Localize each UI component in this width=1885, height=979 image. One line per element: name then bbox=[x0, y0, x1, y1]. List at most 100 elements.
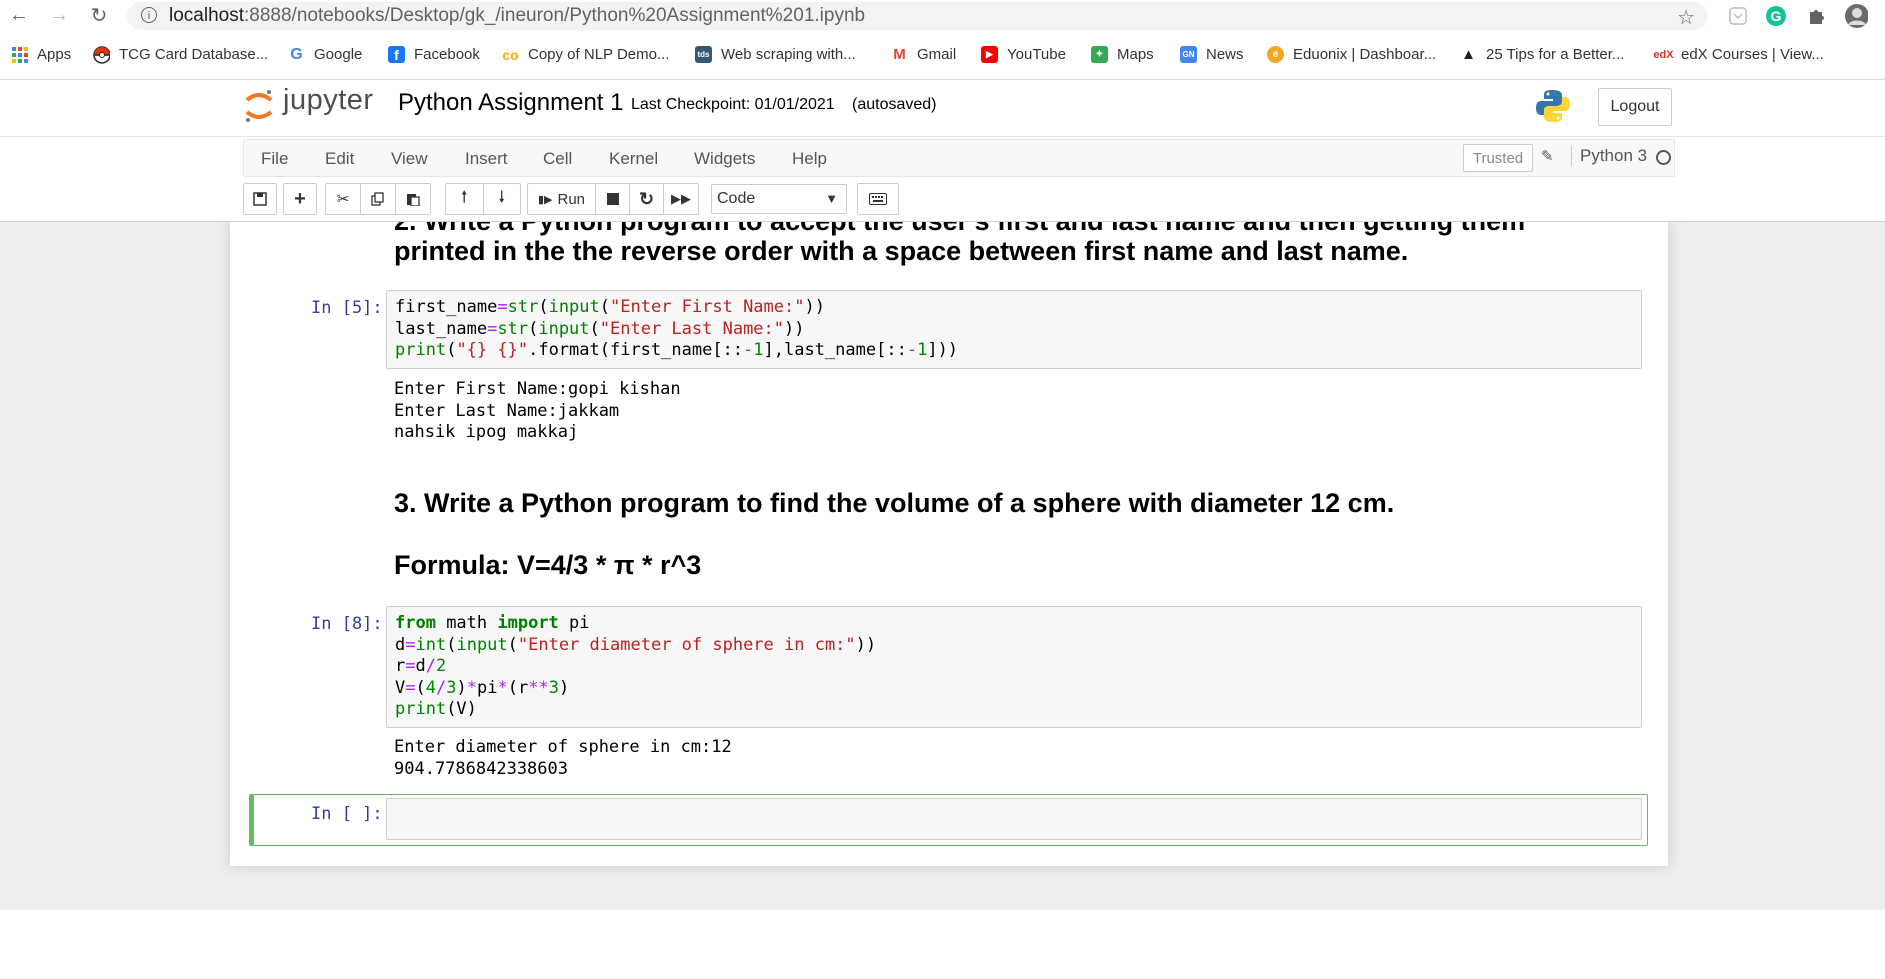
colab-icon: co bbox=[502, 46, 519, 63]
edit-pencil-icon[interactable]: ✎ bbox=[1541, 147, 1554, 165]
bookmark-colab[interactable]: co Copy of NLP Demo... bbox=[502, 46, 669, 63]
back-arrow-icon[interactable]: ← bbox=[6, 2, 32, 28]
empty-code-input[interactable] bbox=[386, 798, 1642, 840]
address-url[interactable]: localhost:8888/notebooks/Desktop/gk_/ine… bbox=[169, 6, 865, 25]
move-down-button[interactable]: 🠓 bbox=[484, 184, 521, 214]
profile-avatar-icon[interactable] bbox=[1844, 4, 1868, 28]
restart-icon: ↻ bbox=[638, 188, 655, 209]
extensions-puzzle-icon[interactable] bbox=[1804, 4, 1828, 28]
run-button[interactable]: ▮▶ Run bbox=[528, 184, 596, 214]
save-icon bbox=[253, 192, 267, 206]
toolbar-group-run: ▮▶ Run ↻ ▶▶ bbox=[527, 183, 699, 215]
bookmark-eduonix[interactable]: e Eduonix | Dashboar... bbox=[1267, 46, 1436, 63]
last-checkpoint: Last Checkpoint: 01/01/2021 bbox=[631, 96, 835, 113]
markdown-q3-heading[interactable]: 3. Write a Python program to find the vo… bbox=[394, 488, 1394, 519]
command-palette-button[interactable] bbox=[858, 184, 898, 214]
notebook-area: 2. Write a Python program to accept the … bbox=[0, 222, 1885, 910]
markdown-q2-heading-line2[interactable]: printed in the the reverse order with a … bbox=[394, 236, 1408, 267]
cell-type-select[interactable]: Code ▼ bbox=[711, 184, 847, 214]
cell5-prompt: In [5]: bbox=[311, 298, 383, 318]
facebook-icon: f bbox=[388, 46, 405, 63]
grammarly-icon[interactable]: G bbox=[1764, 4, 1788, 28]
bookmark-apps[interactable]: Apps bbox=[11, 46, 71, 63]
code-line[interactable]: from math import pi bbox=[395, 613, 876, 635]
interrupt-button[interactable] bbox=[596, 184, 630, 214]
code-line[interactable]: first_name=str(input("Enter First Name:"… bbox=[395, 297, 958, 319]
toolbar-group-palette bbox=[857, 183, 899, 215]
scissors-icon: ✂ bbox=[336, 191, 350, 208]
notebook-title[interactable]: Python Assignment 1 bbox=[398, 89, 623, 117]
code-cell-5[interactable]: first_name=str(input("Enter First Name:"… bbox=[386, 290, 1642, 369]
stop-icon bbox=[606, 193, 619, 205]
toolbar-group-insert: + bbox=[283, 183, 317, 215]
code-line[interactable]: V=(4/3)*pi*(r**3) bbox=[395, 678, 876, 700]
menu-view[interactable]: View bbox=[391, 149, 428, 169]
code-line[interactable]: print(V) bbox=[395, 699, 876, 721]
bookmark-gmail[interactable]: M Gmail bbox=[891, 46, 956, 63]
site-info-icon[interactable]: i bbox=[141, 7, 157, 23]
menu-help[interactable]: Help bbox=[792, 149, 827, 169]
fast-forward-icon: ▶▶ bbox=[671, 191, 691, 206]
bookmark-maps[interactable]: ✦ Maps bbox=[1091, 46, 1154, 63]
bookmark-news[interactable]: GN News bbox=[1180, 46, 1244, 63]
jupyter-logo-icon[interactable] bbox=[244, 88, 274, 129]
plus-icon: + bbox=[294, 187, 306, 210]
maps-icon: ✦ bbox=[1091, 46, 1108, 63]
autosave-status: (autosaved) bbox=[852, 96, 937, 113]
move-up-button[interactable]: 🠑 bbox=[446, 184, 484, 214]
bookmark-facebook[interactable]: f Facebook bbox=[388, 46, 480, 63]
bookmark-star-icon[interactable]: ☆ bbox=[1677, 5, 1695, 30]
arrow-down-icon: 🠓 bbox=[499, 188, 505, 206]
code-cell-5-source[interactable]: first_name=str(input("Enter First Name:"… bbox=[395, 297, 958, 362]
code-cell-8-source[interactable]: from math import pi d=int(input("Enter di… bbox=[395, 613, 876, 721]
paste-button[interactable] bbox=[396, 184, 430, 214]
bookmark-youtube[interactable]: ▶ YouTube bbox=[981, 46, 1066, 63]
code-line[interactable]: d=int(input("Enter diameter of sphere in… bbox=[395, 635, 876, 657]
menu-widgets[interactable]: Widgets bbox=[694, 149, 755, 169]
bookmark-google[interactable]: G Google bbox=[288, 45, 362, 64]
keyboard-icon bbox=[869, 193, 887, 205]
bookmark-25tips[interactable]: ▲ 25 Tips for a Better... bbox=[1460, 46, 1624, 63]
code-cell-8[interactable]: from math import pi d=int(input("Enter di… bbox=[386, 606, 1642, 728]
trusted-indicator[interactable]: Trusted bbox=[1463, 144, 1533, 172]
restart-button[interactable]: ↻ bbox=[630, 184, 664, 214]
save-button[interactable] bbox=[244, 184, 276, 214]
forward-arrow-icon[interactable]: → bbox=[46, 2, 72, 28]
markdown-q3-formula[interactable]: Formula: V=4/3 * π * r^3 bbox=[394, 550, 701, 581]
empty-cell-prompt: In [ ]: bbox=[311, 804, 383, 824]
logout-button[interactable]: Logout bbox=[1598, 88, 1672, 126]
graduation-cap-icon: ▲ bbox=[1461, 46, 1476, 63]
restart-run-all-button[interactable]: ▶▶ bbox=[664, 184, 698, 214]
menu-cell[interactable]: Cell bbox=[543, 149, 572, 169]
run-label: Run bbox=[557, 190, 586, 208]
toolbar-group-save bbox=[243, 183, 277, 215]
cut-button[interactable]: ✂ bbox=[326, 184, 361, 214]
menu-file[interactable]: File bbox=[261, 149, 288, 169]
bookmark-tcg[interactable]: TCG Card Database... bbox=[93, 45, 268, 64]
menu-edit[interactable]: Edit bbox=[325, 149, 354, 169]
step-forward-icon: ▮▶ bbox=[537, 193, 553, 206]
insert-cell-button[interactable]: + bbox=[284, 184, 316, 214]
code-line[interactable]: last_name=str(input("Enter Last Name:")) bbox=[395, 319, 958, 341]
code-line[interactable]: r=d/2 bbox=[395, 656, 876, 678]
extension-pocket-icon[interactable] bbox=[1726, 4, 1750, 28]
eduonix-icon: e bbox=[1267, 46, 1284, 63]
bookmark-edx[interactable]: edX edX Courses | View... bbox=[1653, 46, 1823, 63]
svg-text:G: G bbox=[1771, 8, 1782, 24]
menu-kernel[interactable]: Kernel bbox=[609, 149, 658, 169]
reload-icon[interactable]: ↻ bbox=[86, 2, 112, 28]
menu-insert[interactable]: Insert bbox=[465, 149, 508, 169]
markdown-q2-heading-line1[interactable]: 2. Write a Python program to accept the … bbox=[394, 222, 1525, 237]
browser-address-row: ← → ↻ i localhost:8888/notebooks/Desktop… bbox=[0, 0, 1885, 32]
kernel-name[interactable]: Python 3 bbox=[1571, 146, 1647, 166]
bookmark-tds[interactable]: tds Web scraping with... bbox=[695, 46, 856, 63]
paste-icon bbox=[407, 194, 420, 206]
code-line[interactable]: print("{} {}".format(first_name[::-1],la… bbox=[395, 340, 958, 362]
kernel-idle-icon bbox=[1656, 150, 1671, 165]
copy-button[interactable] bbox=[361, 184, 396, 214]
address-bar[interactable]: i localhost:8888/notebooks/Desktop/gk_/i… bbox=[127, 2, 1707, 30]
edx-icon: edX bbox=[1653, 48, 1674, 61]
google-icon: G bbox=[290, 45, 303, 63]
jupyter-logo-text[interactable]: jupyter bbox=[283, 84, 374, 117]
youtube-icon: ▶ bbox=[981, 46, 998, 63]
